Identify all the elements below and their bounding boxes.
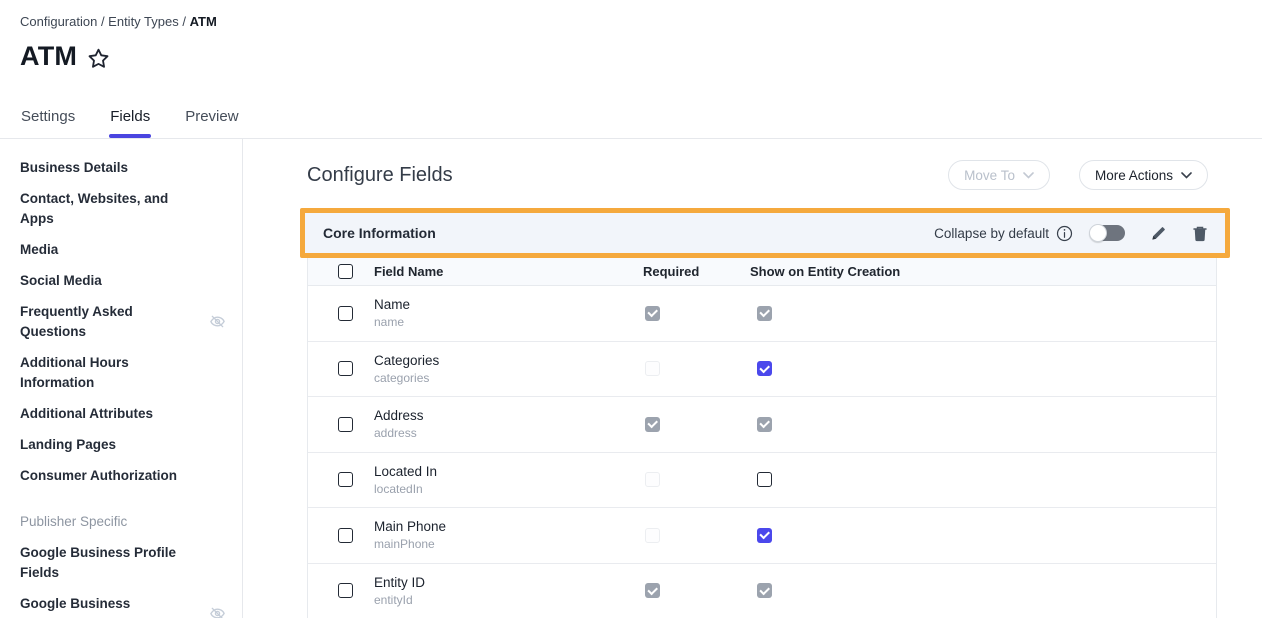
row-select-checkbox[interactable]	[338, 361, 353, 376]
sidebar-item[interactable]: Frequently Asked Questions	[0, 296, 242, 347]
tab-preview[interactable]: Preview	[184, 98, 239, 138]
section-header-core-information: Core Information Collapse by default	[305, 213, 1225, 253]
field-display-name: Categories	[374, 353, 643, 368]
table-row: Entity ID entityId	[308, 564, 1216, 618]
info-icon[interactable]	[1056, 225, 1073, 242]
table-row: Located In locatedIn	[308, 453, 1216, 509]
breadcrumb-current: ATM	[190, 14, 217, 29]
move-to-button[interactable]: Move To	[948, 160, 1050, 190]
sidebar-item-label: Google Business Profile Attributes	[20, 594, 156, 618]
table-header-row: Field Name Required Show on Entity Creat…	[308, 258, 1216, 286]
table-row: Name name	[308, 286, 1216, 342]
sidebar-item[interactable]: Google Business Profile Attributes	[0, 588, 242, 618]
tab-bar: Settings Fields Preview	[0, 98, 1262, 139]
field-api-name: mainPhone	[374, 537, 643, 551]
field-display-name: Address	[374, 408, 643, 423]
toggle-knob	[1089, 224, 1107, 242]
sidebar-item-label: Publisher Specific	[20, 512, 127, 532]
column-header-field-name: Field Name	[374, 264, 643, 279]
show-on-entity-creation-checkbox	[757, 417, 772, 432]
configure-fields-heading: Configure Fields	[307, 164, 453, 187]
sidebar-item[interactable]: Media	[0, 234, 242, 265]
sidebar-section-label: Publisher Specific	[0, 506, 242, 537]
tab-label: Settings	[21, 108, 75, 125]
breadcrumb[interactable]: Configuration / Entity Types / ATM	[20, 14, 1242, 29]
sidebar-item-label: Business Details	[20, 158, 128, 178]
more-actions-label: More Actions	[1095, 168, 1173, 183]
sidebar-item[interactable]: Contact, Websites, and Apps	[0, 183, 242, 234]
highlight-outline: Core Information Collapse by default	[300, 208, 1230, 258]
column-header-show-on-entity-creation: Show on Entity Creation	[750, 264, 1216, 279]
tab-fields[interactable]: Fields	[109, 98, 151, 138]
sidebar-item-label: Landing Pages	[20, 435, 116, 455]
field-display-name: Entity ID	[374, 575, 643, 590]
row-select-checkbox[interactable]	[338, 417, 353, 432]
hidden-eye-slash-icon	[209, 313, 226, 330]
field-api-name: entityId	[374, 593, 643, 607]
sidebar-item-label: Additional Attributes	[20, 404, 153, 424]
table-row: Categories categories	[308, 342, 1216, 398]
sidebar-item[interactable]: Consumer Authorization	[0, 460, 242, 491]
sidebar-item-label: Google Business Profile Fields	[20, 543, 182, 583]
row-select-checkbox[interactable]	[338, 583, 353, 598]
chevron-down-icon	[1181, 172, 1192, 179]
row-select-checkbox[interactable]	[338, 306, 353, 321]
field-api-name: categories	[374, 371, 643, 385]
tab-settings[interactable]: Settings	[20, 98, 76, 138]
field-api-name: address	[374, 426, 643, 440]
select-all-checkbox[interactable]	[338, 264, 353, 279]
required-checkbox	[645, 417, 660, 432]
show-on-entity-creation-checkbox[interactable]	[757, 528, 772, 543]
sidebar-item-label: Social Media	[20, 271, 102, 291]
required-checkbox	[645, 472, 660, 487]
sidebar-item-label: Contact, Websites, and Apps	[20, 189, 182, 229]
more-actions-button[interactable]: More Actions	[1079, 160, 1208, 190]
required-checkbox	[645, 306, 660, 321]
show-on-entity-creation-checkbox	[757, 583, 772, 598]
section-title: Core Information	[323, 225, 436, 241]
page-header: Configuration / Entity Types / ATM ATM	[0, 0, 1262, 72]
fields-table: Field Name Required Show on Entity Creat…	[307, 258, 1217, 618]
hidden-eye-slash-icon	[209, 605, 226, 618]
table-row: Address address	[308, 397, 1216, 453]
sidebar-item[interactable]: Google Business Profile Fields	[0, 537, 242, 588]
main-panel: Configure Fields Move To More Actions Co…	[243, 139, 1262, 618]
tab-label: Fields	[110, 108, 150, 125]
field-display-name: Located In	[374, 464, 643, 479]
field-api-name: locatedIn	[374, 482, 643, 496]
sidebar-item-label: Frequently Asked Questions	[20, 302, 156, 342]
show-on-entity-creation-checkbox[interactable]	[757, 472, 772, 487]
collapse-toggle[interactable]	[1090, 225, 1125, 241]
required-checkbox	[645, 583, 660, 598]
tab-label: Preview	[185, 108, 238, 125]
sidebar-item[interactable]: Business Details	[0, 152, 242, 183]
required-checkbox	[645, 361, 660, 376]
page-title: ATM	[20, 41, 77, 72]
chevron-down-icon	[1023, 172, 1034, 179]
sidebar-item-label: Consumer Authorization	[20, 466, 177, 486]
sidebar-item-label: Media	[20, 240, 58, 260]
table-row: Main Phone mainPhone	[308, 508, 1216, 564]
field-groups-sidebar: Business Details Contact, Websites, and …	[0, 139, 243, 618]
show-on-entity-creation-checkbox[interactable]	[757, 361, 772, 376]
sidebar-item[interactable]: Landing Pages	[0, 429, 242, 460]
sidebar-item-label: Additional Hours Information	[20, 353, 182, 393]
field-display-name: Name	[374, 297, 643, 312]
field-api-name: name	[374, 315, 643, 329]
sidebar-item[interactable]: Additional Hours Information	[0, 347, 242, 398]
show-on-entity-creation-checkbox	[757, 306, 772, 321]
sidebar-item[interactable]: Additional Attributes	[0, 398, 242, 429]
required-checkbox	[645, 528, 660, 543]
edit-pencil-icon[interactable]	[1150, 225, 1167, 242]
favorite-star-icon[interactable]	[87, 47, 110, 70]
column-header-required: Required	[643, 264, 750, 279]
sidebar-item[interactable]: Social Media	[0, 265, 242, 296]
field-display-name: Main Phone	[374, 519, 643, 534]
move-to-label: Move To	[964, 168, 1015, 183]
row-select-checkbox[interactable]	[338, 472, 353, 487]
delete-trash-icon[interactable]	[1192, 225, 1208, 242]
row-select-checkbox[interactable]	[338, 528, 353, 543]
collapse-by-default-label: Collapse by default	[934, 226, 1049, 241]
breadcrumb-path[interactable]: Configuration / Entity Types /	[20, 14, 190, 29]
